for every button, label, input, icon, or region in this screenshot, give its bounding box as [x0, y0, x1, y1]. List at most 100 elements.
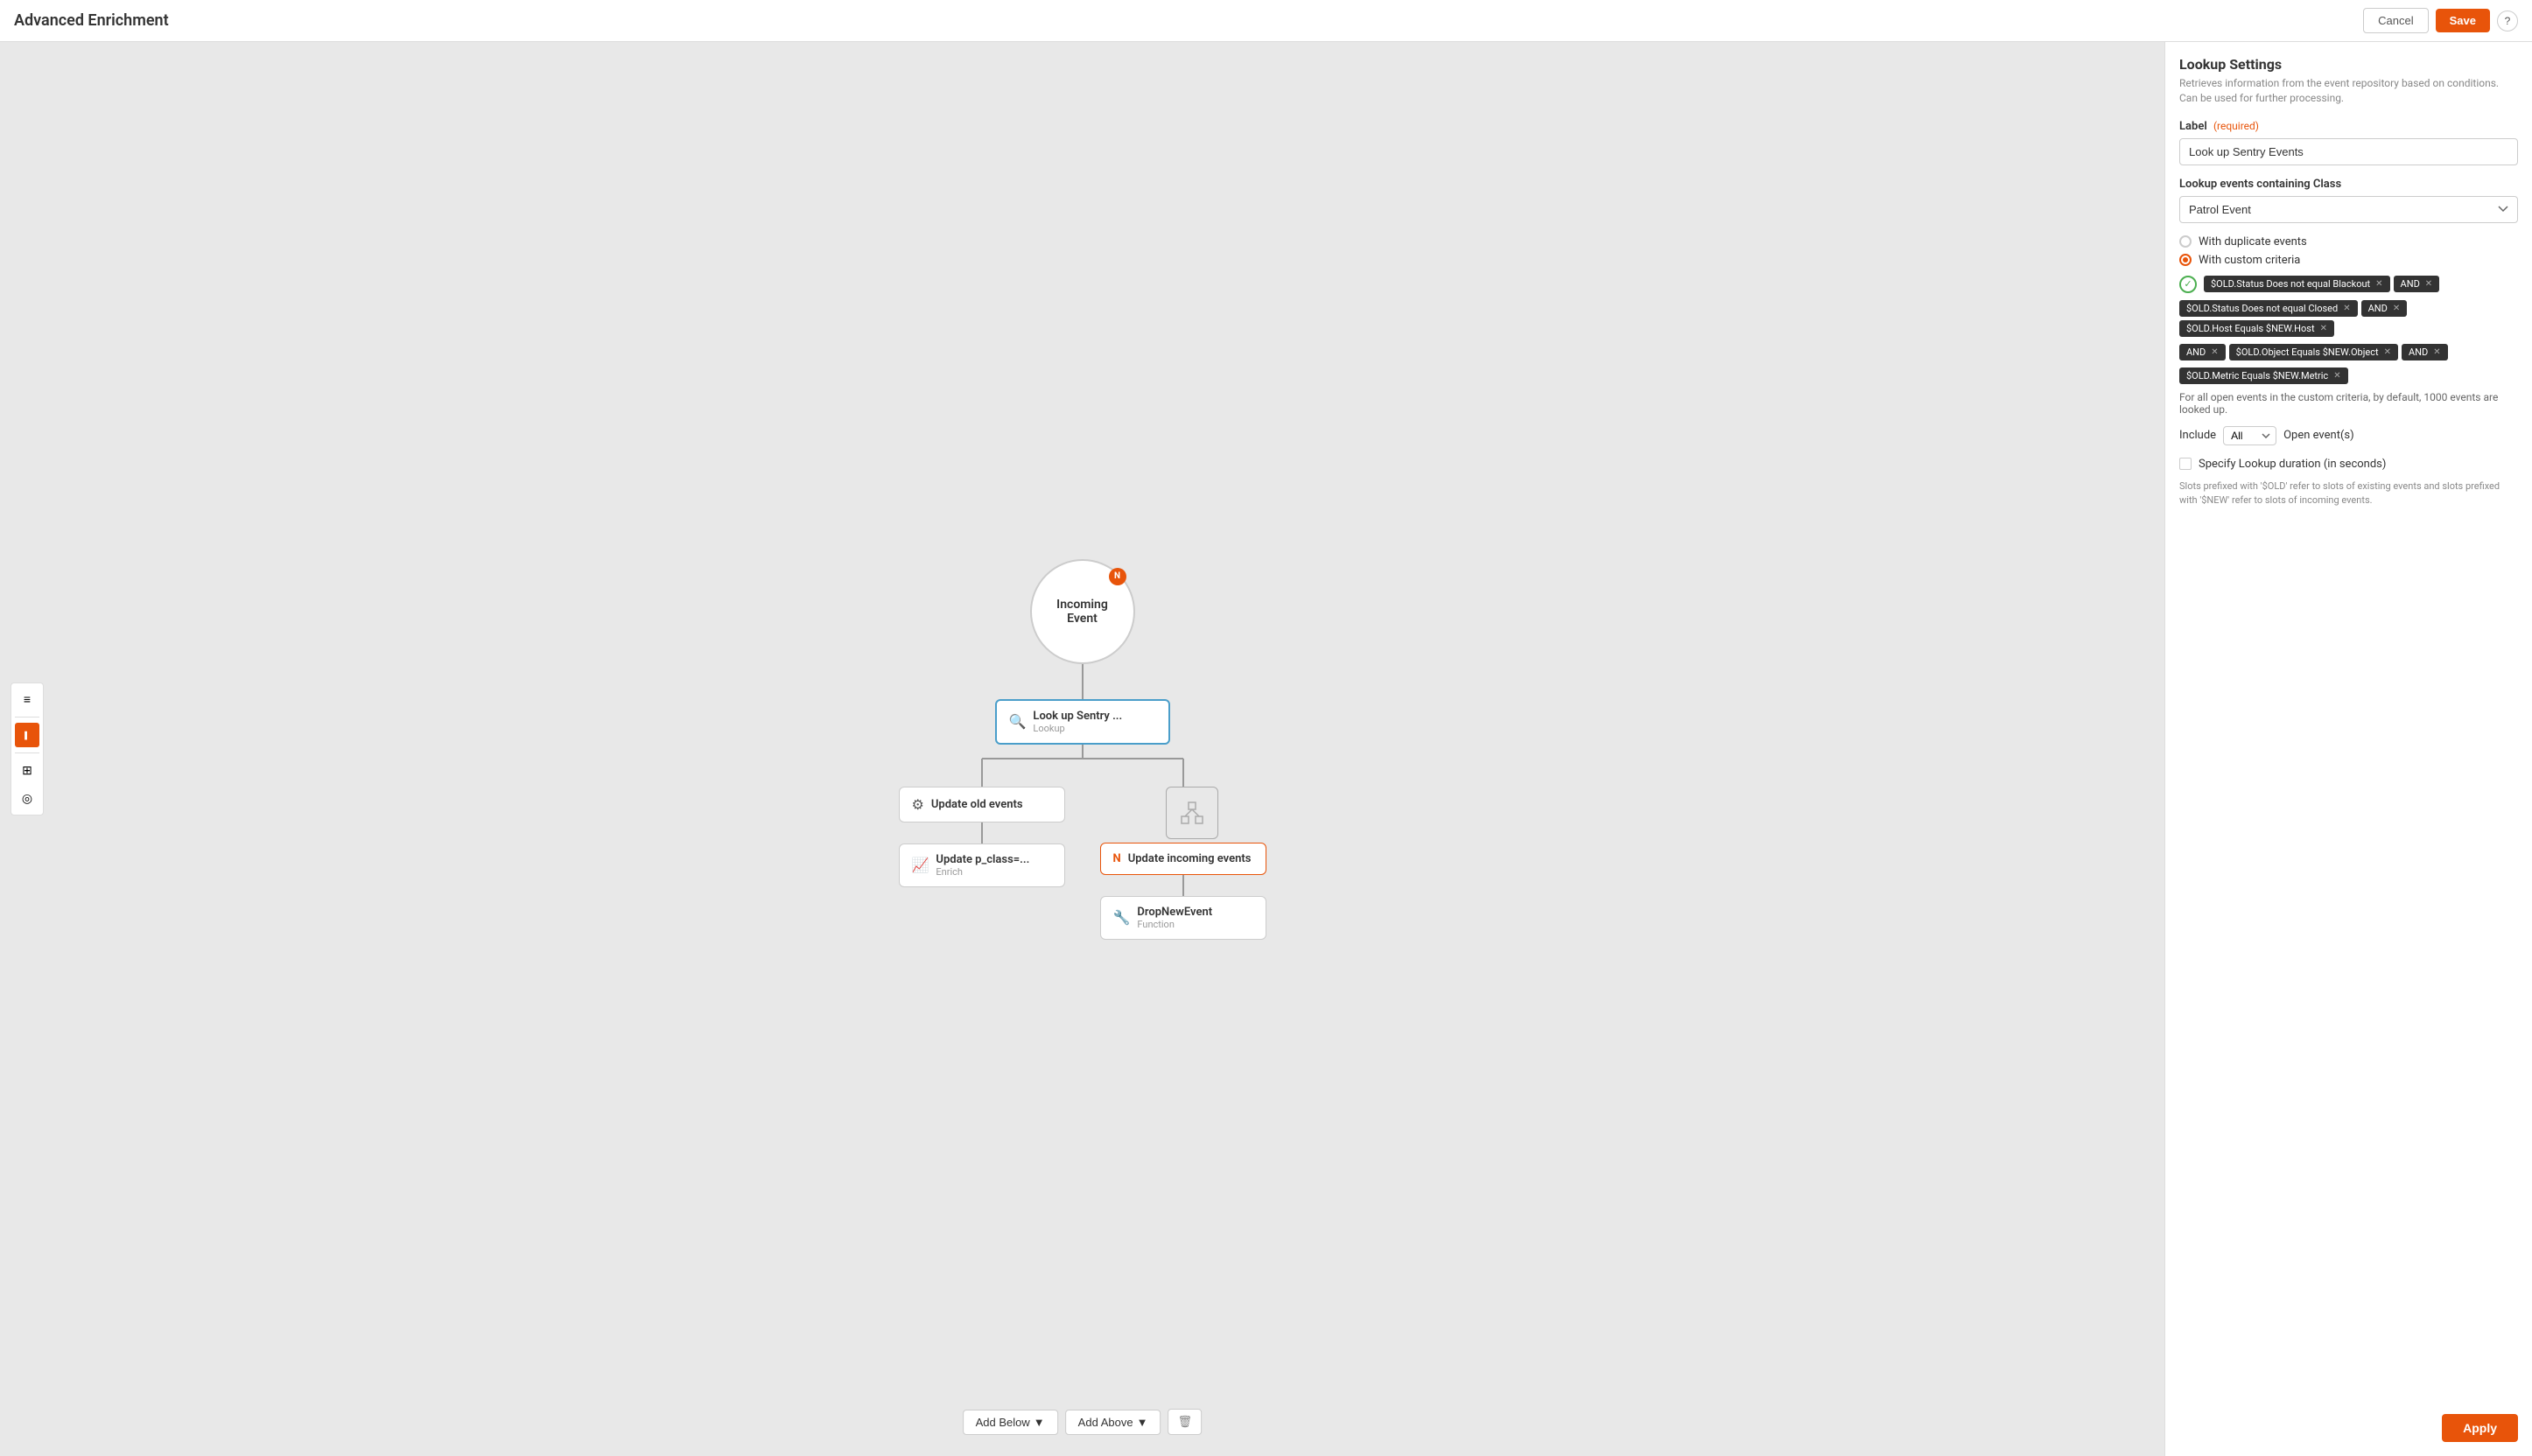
- page-title: Advanced Enrichment: [14, 11, 169, 30]
- radio-label-1: With duplicate events: [2199, 235, 2307, 248]
- update-p-title: Update p_class=...: [936, 853, 1029, 866]
- node-lookup[interactable]: 🔍 Look up Sentry ... Lookup: [995, 699, 1170, 745]
- radio-duplicate[interactable]: With duplicate events: [2179, 235, 2518, 248]
- flow-inner: N Incoming Event 🔍 Look up Sentry ... Lo…: [894, 559, 1271, 940]
- lookup-icon: 🔍: [1009, 713, 1027, 730]
- criteria-tag-2: $OLD.Status Does not equal Closed ✕: [2179, 300, 2358, 317]
- criteria-row-4: $OLD.Metric Equals $NEW.Metric ✕: [2179, 368, 2518, 384]
- save-button[interactable]: Save: [2436, 9, 2490, 32]
- delete-button[interactable]: 🗑: [1168, 1409, 1202, 1435]
- node-update-old[interactable]: ⚙ Update old events: [899, 787, 1065, 822]
- label-input[interactable]: [2179, 138, 2518, 165]
- lookup-sub: Lookup: [1033, 723, 1155, 734]
- lookup-content: Look up Sentry ... Lookup: [1033, 710, 1155, 734]
- criteria-check-icon: ✓: [2179, 276, 2197, 293]
- duration-checkbox-row: Specify Lookup duration (in seconds): [2179, 458, 2518, 471]
- duration-label: Specify Lookup duration (in seconds): [2199, 458, 2386, 471]
- lookup-class-select[interactable]: Patrol EventAll EventsSecurity Event: [2179, 196, 2518, 223]
- bottom-toolbar: Add Below ▼ Add Above ▼ 🗑: [963, 1409, 1203, 1435]
- ghost-icon: [1178, 799, 1206, 827]
- drop-content: DropNewEvent Function: [1137, 906, 1212, 930]
- label-field-group: Label (required): [2179, 120, 2518, 178]
- node-update-incoming[interactable]: N Update incoming events: [1100, 843, 1266, 875]
- criteria-row-1: ✓ $OLD.Status Does not equal Blackout ✕ …: [2179, 276, 2518, 293]
- add-below-button[interactable]: Add Below ▼: [963, 1410, 1058, 1435]
- add-above-button[interactable]: Add Above ▼: [1065, 1410, 1161, 1435]
- criteria-and-2-remove[interactable]: ✕: [2393, 304, 2400, 313]
- update-old-icon: ⚙: [912, 796, 924, 813]
- criteria-tag-and-2: AND ✕: [2361, 300, 2408, 317]
- criteria-tag-4: $OLD.Object Equals $NEW.Object ✕: [2229, 344, 2398, 360]
- drop-sub: Function: [1137, 919, 1212, 930]
- criteria-tag-1: $OLD.Status Does not equal Blackout ✕: [2204, 276, 2390, 292]
- branch-container: ⚙ Update old events 📈 Update p_class=...…: [899, 787, 1266, 940]
- update-old-content: Update old events: [931, 798, 1023, 811]
- update-p-content: Update p_class=... Enrich: [936, 853, 1029, 878]
- drop-title: DropNewEvent: [1137, 906, 1212, 919]
- criteria-tag-3: $OLD.Host Equals $NEW.Host ✕: [2179, 320, 2334, 337]
- branch-lines: [894, 745, 1271, 787]
- connector-left: [981, 822, 983, 844]
- drop-icon: 🔧: [1113, 909, 1131, 926]
- radio-dot-2: [2179, 254, 2192, 266]
- criteria-tag-1-remove[interactable]: ✕: [2375, 279, 2382, 289]
- criteria-tag-2-remove[interactable]: ✕: [2343, 304, 2350, 313]
- canvas: ≡ ▌ ⊞ ◎ N Incoming Event 🔍: [0, 42, 2164, 1456]
- criteria-tag-5-remove[interactable]: ✕: [2333, 371, 2340, 381]
- update-incoming-icon: N: [1113, 852, 1121, 865]
- update-old-title: Update old events: [931, 798, 1023, 811]
- header-actions: Cancel Save ?: [2363, 8, 2518, 33]
- cancel-button[interactable]: Cancel: [2363, 8, 2428, 33]
- add-below-label: Add Below: [976, 1416, 1030, 1429]
- connector-1: [1082, 664, 1084, 699]
- criteria-tag-and-1: AND ✕: [2394, 276, 2440, 292]
- help-button[interactable]: ?: [2497, 10, 2518, 32]
- header: Advanced Enrichment Cancel Save ?: [0, 0, 2532, 42]
- node-incoming-event[interactable]: N Incoming Event: [1030, 559, 1135, 664]
- radio-label-2: With custom criteria: [2199, 254, 2300, 267]
- main-container: ≡ ▌ ⊞ ◎ N Incoming Event 🔍: [0, 42, 2532, 1456]
- criteria-note: For all open events in the custom criter…: [2179, 391, 2518, 416]
- label-field-label: Label (required): [2179, 120, 2518, 133]
- criteria-tag-4-remove[interactable]: ✕: [2384, 347, 2391, 357]
- connector-right: [1182, 875, 1184, 896]
- include-row: Include AllAnyNone Open event(s): [2179, 426, 2518, 445]
- sidebar-desc: Retrieves information from the event rep…: [2179, 76, 2518, 106]
- required-marker: (required): [2213, 120, 2259, 132]
- criteria-section: ✓ $OLD.Status Does not equal Blackout ✕ …: [2179, 276, 2518, 384]
- node-update-p-class[interactable]: 📈 Update p_class=... Enrich: [899, 844, 1065, 887]
- incoming-label-line2: Event: [1067, 612, 1098, 626]
- sidebar-title: Lookup Settings: [2179, 56, 2518, 73]
- update-p-sub: Enrich: [936, 866, 1029, 878]
- criteria-row-3: AND ✕ $OLD.Object Equals $NEW.Object ✕ A…: [2179, 344, 2518, 360]
- sidebar: Lookup Settings Retrieves information fr…: [2164, 42, 2532, 1456]
- include-open-events: Open event(s): [2283, 429, 2354, 442]
- criteria-tag-5: $OLD.Metric Equals $NEW.Metric ✕: [2179, 368, 2348, 384]
- add-above-chevron: ▼: [1137, 1416, 1148, 1429]
- lookup-class-label: Lookup events containing Class: [2179, 178, 2518, 191]
- criteria-tag-and-4: AND ✕: [2402, 344, 2448, 360]
- radio-group: With duplicate events With custom criter…: [2179, 235, 2518, 267]
- radio-dot-1: [2179, 235, 2192, 248]
- criteria-and-1-remove[interactable]: ✕: [2425, 279, 2432, 289]
- node-ghost: [1166, 787, 1218, 839]
- lookup-class-group: Lookup events containing Class Patrol Ev…: [2179, 178, 2518, 235]
- node-drop-new-event[interactable]: 🔧 DropNewEvent Function: [1100, 896, 1266, 940]
- branch-left: ⚙ Update old events 📈 Update p_class=...…: [899, 787, 1065, 887]
- add-above-label: Add Above: [1078, 1416, 1133, 1429]
- branch-right: N Update incoming events 🔧 DropNewEvent …: [1100, 787, 1266, 940]
- branch-lines-svg: [894, 745, 1271, 787]
- update-incoming-title: Update incoming events: [1128, 852, 1252, 865]
- include-select[interactable]: AllAnyNone: [2223, 426, 2276, 445]
- radio-custom[interactable]: With custom criteria: [2179, 254, 2518, 267]
- slots-note: Slots prefixed with '$OLD' refer to slot…: [2179, 480, 2518, 508]
- incoming-badge: N: [1109, 568, 1126, 585]
- update-p-icon: 📈: [912, 857, 929, 873]
- criteria-tag-3-remove[interactable]: ✕: [2320, 324, 2327, 333]
- flow-wrapper: N Incoming Event 🔍 Look up Sentry ... Lo…: [0, 42, 2164, 1456]
- criteria-tag-and-3: AND ✕: [2179, 344, 2226, 360]
- apply-button[interactable]: Apply: [2442, 1414, 2518, 1442]
- criteria-and-4-remove[interactable]: ✕: [2433, 347, 2440, 357]
- duration-checkbox[interactable]: [2179, 458, 2192, 470]
- criteria-and-3-remove[interactable]: ✕: [2211, 347, 2218, 357]
